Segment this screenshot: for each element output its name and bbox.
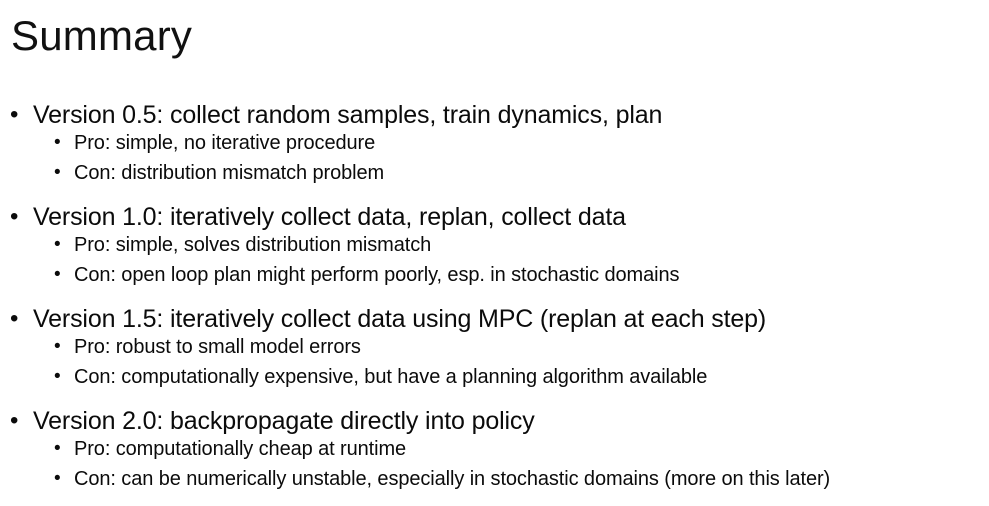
- bullet-text: Version 1.5: iteratively collect data us…: [33, 305, 767, 333]
- sub-bullet-text: Con: distribution mismatch problem: [74, 162, 385, 184]
- slide-title: Summary: [11, 12, 193, 59]
- sub-bullet-icon: •: [54, 366, 61, 387]
- bullet-list: • Version 0.5: collect random samples, t…: [0, 98, 989, 506]
- sub-bullet-item: • Con: open loop plan might perform poor…: [0, 260, 989, 290]
- sub-bullet-text: Con: can be numerically unstable, especi…: [74, 468, 831, 490]
- bullet-icon: •: [10, 203, 19, 230]
- bullet-item: • Version 1.0: iteratively collect data,…: [0, 200, 989, 231]
- sub-bullet-text: Pro: simple, solves distribution mismatc…: [74, 234, 432, 256]
- bullet-item: • Version 2.0: backpropagate directly in…: [0, 404, 989, 435]
- sub-bullet-icon: •: [54, 234, 61, 255]
- slide: Summary • Version 0.5: collect random sa…: [0, 0, 989, 505]
- sub-bullet-text: Pro: simple, no iterative procedure: [74, 132, 376, 154]
- sub-bullet-icon: •: [54, 264, 61, 285]
- sub-bullet-item: • Pro: computationally cheap at runtime: [0, 434, 989, 464]
- bullet-item: • Version 0.5: collect random samples, t…: [0, 98, 989, 129]
- bullet-icon: •: [10, 407, 19, 434]
- bullet-group-version-0-5: • Version 0.5: collect random samples, t…: [0, 98, 989, 188]
- sub-bullet-icon: •: [54, 468, 61, 489]
- sub-bullet-icon: •: [54, 438, 61, 459]
- bullet-item: • Version 1.5: iteratively collect data …: [0, 302, 989, 333]
- bullet-group-version-1-5: • Version 1.5: iteratively collect data …: [0, 302, 989, 392]
- sub-bullet-icon: •: [54, 336, 61, 357]
- sub-bullet-text: Con: computationally expensive, but have…: [74, 366, 708, 388]
- bullet-text: Version 1.0: iteratively collect data, r…: [33, 203, 626, 231]
- bullet-icon: •: [10, 305, 19, 332]
- sub-bullet-text: Pro: computationally cheap at runtime: [74, 438, 407, 460]
- sub-bullet-item: • Con: distribution mismatch problem: [0, 158, 989, 188]
- sub-bullet-item: • Pro: simple, solves distribution misma…: [0, 230, 989, 260]
- sub-bullet-text: Con: open loop plan might perform poorly…: [74, 264, 680, 286]
- bullet-group-version-2-0: • Version 2.0: backpropagate directly in…: [0, 404, 989, 494]
- sub-bullet-icon: •: [54, 132, 61, 153]
- sub-bullet-item: • Con: computationally expensive, but ha…: [0, 362, 989, 392]
- sub-bullet-icon: •: [54, 162, 61, 183]
- bullet-icon: •: [10, 101, 19, 128]
- bullet-text: Version 2.0: backpropagate directly into…: [33, 407, 535, 435]
- sub-bullet-item: • Pro: robust to small model errors: [0, 332, 989, 362]
- bullet-group-version-1-0: • Version 1.0: iteratively collect data,…: [0, 200, 989, 290]
- sub-bullet-item: • Pro: simple, no iterative procedure: [0, 128, 989, 158]
- sub-bullet-text: Pro: robust to small model errors: [74, 336, 361, 358]
- bullet-text: Version 0.5: collect random samples, tra…: [33, 101, 663, 129]
- sub-bullet-item: • Con: can be numerically unstable, espe…: [0, 464, 989, 494]
